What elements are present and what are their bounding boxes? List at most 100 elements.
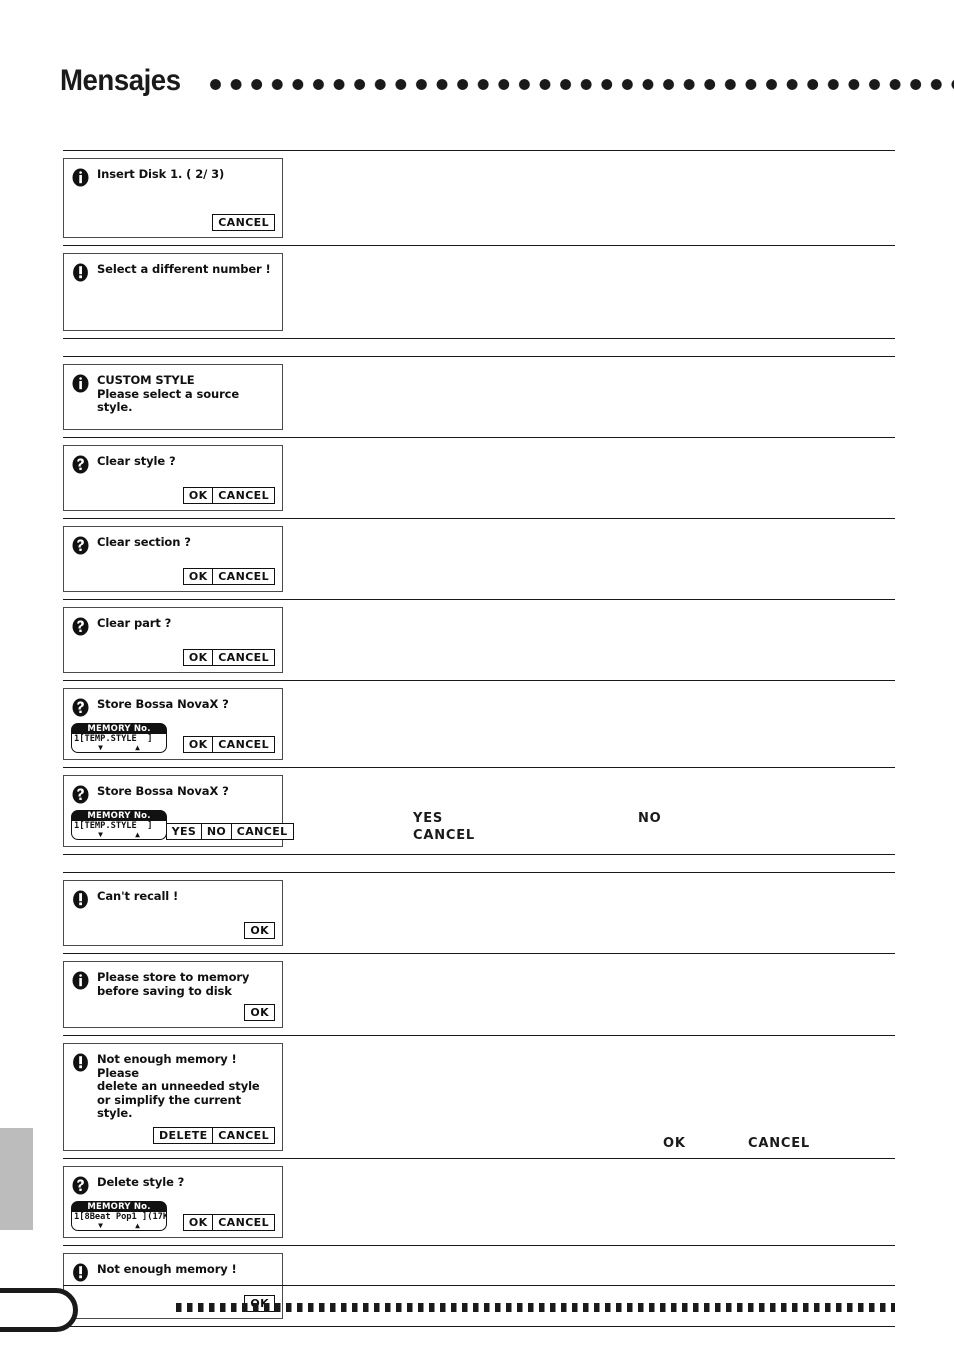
lcd-footer: OK: [71, 916, 275, 939]
cancel-button[interactable]: CANCEL: [212, 487, 275, 504]
lcd-body: Not enough memory ! Please delete an unn…: [71, 1052, 275, 1121]
memory-no-label: MEMORY No.: [71, 1200, 167, 1212]
memory-no-value: 1[TEMP.STYLE ]: [74, 734, 153, 744]
lcd-dialog-delete-style[interactable]: Delete style ? MEMORY No. 1[8Beat Pop1 ](1…: [63, 1165, 283, 1238]
annotation-label: OK: [663, 1136, 686, 1151]
lcd-dialog-store-to-memory-first[interactable]: Please store to memory before saving to …: [63, 961, 283, 1028]
lcd-dialog-store-bossa-nova-yesno[interactable]: Store Bossa NovaX ? MEMORY No. 1[TEMP.STYL…: [63, 775, 294, 847]
lcd-dialog-clear-section[interactable]: Clear section ? OK CANCEL: [63, 526, 283, 592]
lcd-dialog-cant-recall[interactable]: Can't recall ! OK: [63, 880, 283, 946]
message-row: CUSTOM STYLE Please select a source styl…: [63, 357, 895, 437]
lcd-dialog-not-enough-memory-delete[interactable]: Not enough memory ! Please delete an unn…: [63, 1043, 283, 1151]
lcd-footer: OK: [71, 998, 275, 1021]
lcd-dialog-store-bossa-nova-ok[interactable]: Store Bossa NovaX ? MEMORY No. 1[TEMP.STYL…: [63, 688, 283, 760]
message-row: Select a different number !: [63, 246, 895, 338]
lcd-footer: MEMORY No. 1[TEMP.STYLE ] ▼ ▲ OK CANCEL: [71, 717, 275, 753]
info-icon: [71, 971, 90, 990]
warning-icon: [71, 1263, 90, 1282]
question-icon: [71, 698, 90, 717]
message-row: Clear part ? OK CANCEL: [63, 600, 895, 680]
chevron-up-icon[interactable]: ▲: [135, 831, 140, 839]
lcd-message-text: Not enough memory !: [97, 1261, 237, 1276]
cancel-button[interactable]: CANCEL: [212, 568, 275, 585]
lcd-message-text: CUSTOM STYLE Please select a source styl…: [97, 373, 240, 414]
lcd-body: Insert Disk 1. ( 2/ 3): [71, 167, 275, 187]
message-row: Clear style ? OK CANCEL: [63, 438, 895, 518]
lcd-body: Please store to memory before saving to …: [71, 970, 275, 998]
lcd-body: Clear part ?: [71, 616, 275, 636]
memory-no-value-field[interactable]: 1[TEMP.STYLE ] ▼ ▲: [71, 734, 167, 753]
chevron-up-icon[interactable]: ▲: [135, 744, 140, 752]
lcd-body: Select a different number !: [71, 262, 275, 282]
yes-button[interactable]: YES: [165, 823, 203, 840]
ok-button[interactable]: OK: [244, 922, 275, 939]
footer-rule: [63, 1285, 895, 1286]
message-row: Please store to memory before saving to …: [63, 954, 895, 1035]
memory-no-arrows: ▼ ▲: [72, 744, 166, 752]
lcd-dialog-insert-disk[interactable]: Insert Disk 1. ( 2/ 3) CANCEL: [63, 158, 283, 238]
lcd-message-text: Store Bossa NovaX ?: [97, 697, 229, 711]
memory-no-value-field[interactable]: 1[TEMP.STYLE ] ▼ ▲: [71, 821, 167, 840]
memory-no-selector[interactable]: MEMORY No.1[8Beat Pop1 ](17KB)▼▲: [71, 1200, 167, 1231]
cancel-button[interactable]: CANCEL: [212, 214, 275, 231]
info-icon: [71, 374, 90, 393]
lcd-message-text: Delete style ?: [97, 1174, 185, 1189]
ok-button[interactable]: OK: [182, 649, 214, 666]
lcd-button-group: OK: [244, 922, 275, 939]
ok-button[interactable]: OK: [244, 1004, 275, 1021]
chevron-down-icon[interactable]: ▼: [98, 744, 103, 752]
lcd-message-text: Please store to memory before saving to …: [97, 970, 250, 998]
lcd-message-text: Can't recall !: [97, 889, 179, 903]
cancel-button[interactable]: CANCEL: [230, 823, 294, 840]
chevron-down-icon[interactable]: ▼: [98, 831, 103, 839]
memory-no-selector[interactable]: MEMORY No. 1[TEMP.STYLE ] ▼ ▲: [71, 810, 167, 840]
lcd-button-group: OK CANCEL: [182, 1213, 275, 1231]
memory-no-arrows: ▼ ▲: [72, 1221, 166, 1230]
lcd-footer: MEMORY No. 1[TEMP.STYLE ] ▼ ▲ YES NO CANCEL: [71, 804, 294, 840]
question-icon: [71, 1176, 90, 1195]
lcd-message-text: Select a different number !: [97, 262, 271, 276]
cancel-button[interactable]: CANCEL: [212, 736, 275, 753]
lcd-dialog-clear-part[interactable]: Clear part ? OK CANCEL: [63, 607, 283, 673]
lcd-button-group: DELETE CANCEL: [153, 1126, 275, 1144]
message-row: Can't recall ! OK: [63, 873, 895, 953]
lcd-body: Not enough memory !: [71, 1262, 275, 1282]
cancel-button[interactable]: CANCEL: [212, 649, 275, 666]
memory-no-value: 1[TEMP.STYLE ]: [74, 821, 153, 831]
memory-no-selector[interactable]: MEMORY No. 1[TEMP.STYLE ] ▼ ▲: [71, 723, 167, 753]
message-row: Delete style ? MEMORY No. 1[8Beat Pop1 ](1…: [63, 1159, 895, 1245]
memory-no-arrows: ▼ ▲: [72, 831, 166, 839]
lcd-dialog-custom-style-source[interactable]: CUSTOM STYLE Please select a source styl…: [63, 364, 283, 430]
lcd-body: Store Bossa NovaX ?: [71, 784, 275, 804]
lcd-dialog-clear-style[interactable]: Clear style ? OK CANCEL: [63, 445, 283, 511]
memory-no-label: MEMORY No.: [71, 810, 167, 821]
lcd-body: CUSTOM STYLE Please select a source styl…: [71, 373, 275, 415]
lcd-button-group: CANCEL: [212, 214, 275, 231]
ok-button[interactable]: OK: [182, 568, 214, 585]
memory-no-value-field[interactable]: 1[8Beat Pop1 ](17KB)▼▲: [71, 1211, 167, 1231]
lcd-body: Store Bossa NovaX ?: [71, 697, 275, 717]
ok-button[interactable]: OK: [182, 487, 214, 504]
warning-icon: [71, 263, 90, 282]
ok-button[interactable]: OK: [182, 1213, 214, 1231]
cancel-button[interactable]: CANCEL: [212, 1213, 275, 1231]
lcd-body: Can't recall !: [71, 889, 275, 909]
cancel-button[interactable]: CANCEL: [212, 1126, 275, 1144]
ok-button[interactable]: OK: [182, 736, 214, 753]
chevron-down-icon[interactable]: ▼: [98, 1221, 103, 1230]
lcd-dialog-select-different-number[interactable]: Select a different number !: [63, 253, 283, 331]
lcd-button-group: OK CANCEL: [182, 487, 275, 504]
no-button[interactable]: NO: [200, 823, 233, 840]
page-title: Mensajes: [60, 64, 181, 97]
group-rule: [63, 1325, 895, 1327]
warning-icon: [71, 1053, 90, 1072]
question-icon: [71, 785, 90, 804]
lcd-button-group: OK CANCEL: [182, 649, 275, 666]
lcd-footer: OK CANCEL: [71, 643, 275, 666]
lcd-button-group: OK: [244, 1004, 275, 1021]
message-row: Store Bossa NovaX ? MEMORY No. 1[TEMP.STYL…: [63, 768, 895, 854]
chevron-up-icon[interactable]: ▲: [135, 1221, 140, 1230]
lcd-message-text: Clear style ?: [97, 454, 176, 468]
delete-button[interactable]: DELETE: [153, 1126, 214, 1144]
